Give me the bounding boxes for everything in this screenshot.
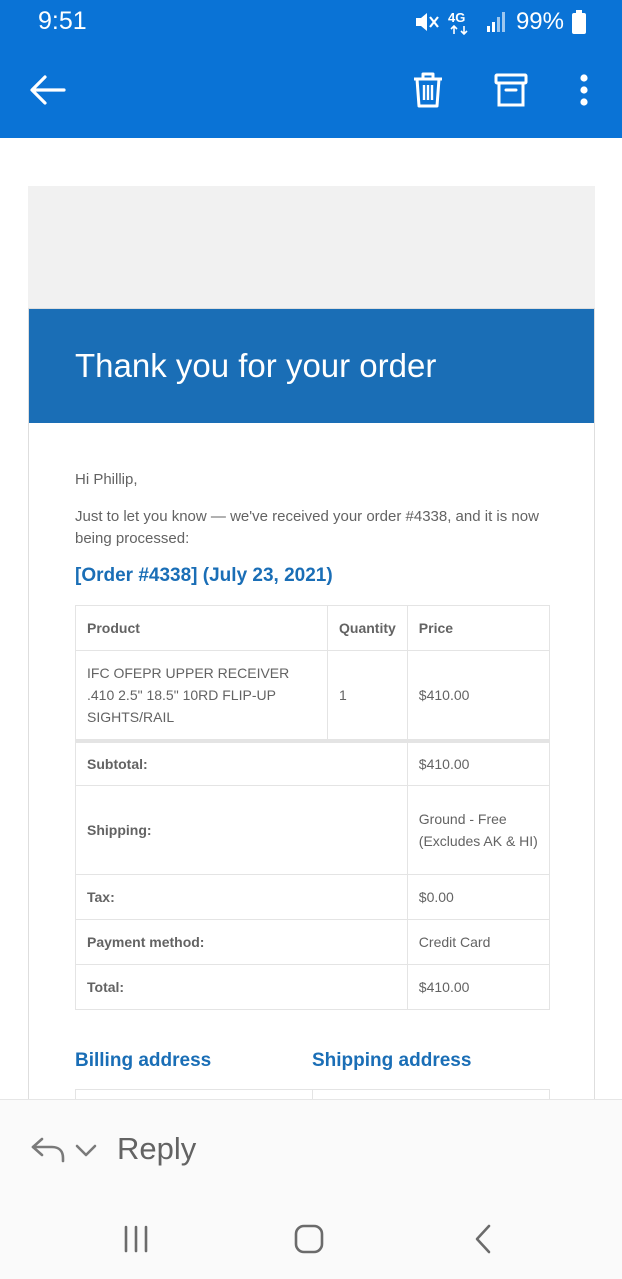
- app-header: 9:51 4G 99%: [0, 0, 622, 138]
- column-header-quantity: Quantity: [327, 605, 408, 651]
- battery-icon: [572, 10, 586, 34]
- product-quantity: 1: [327, 650, 408, 741]
- tax-value: $0.00: [406, 874, 551, 920]
- system-nav-bar: [0, 1197, 622, 1279]
- reply-label[interactable]: Reply: [117, 1131, 196, 1167]
- billing-address-title: Billing address: [75, 1050, 212, 1071]
- subtotal-value: $410.00: [406, 738, 551, 786]
- payment-method-row: Payment method: Credit Card: [75, 919, 551, 965]
- reply-button[interactable]: [30, 1136, 66, 1164]
- subtotal-row: Subtotal: $410.00: [75, 738, 551, 786]
- status-bar: 9:51 4G 99%: [0, 0, 622, 44]
- table-header-row: Product Quantity Price: [74, 605, 551, 651]
- recent-apps-button[interactable]: [114, 1217, 158, 1261]
- total-label: Total:: [75, 964, 408, 1010]
- column-header-price: Price: [406, 605, 551, 651]
- reply-bar: Reply: [0, 1099, 622, 1197]
- payment-method-label: Payment method:: [75, 919, 408, 965]
- mute-icon: [415, 13, 439, 31]
- chevron-down-icon: [75, 1144, 97, 1157]
- more-options-button[interactable]: [562, 68, 606, 112]
- column-header-product: Product: [74, 605, 329, 651]
- reply-options-button[interactable]: [74, 1140, 98, 1160]
- shipping-value: Ground - Free (Excludes AK & HI): [406, 785, 551, 875]
- order-table: Product Quantity Price IFC OFEPR UPPER R…: [74, 605, 551, 1010]
- recent-apps-icon: [124, 1225, 148, 1253]
- tax-row: Tax: $0.00: [75, 874, 551, 920]
- table-row: IFC OFEPR UPPER RECEIVER .410 2.5" 18.5"…: [74, 650, 551, 741]
- email-heading: Thank you for your order: [75, 347, 437, 384]
- home-button[interactable]: [287, 1217, 331, 1261]
- shipping-label: Shipping:: [75, 785, 408, 875]
- trash-icon: [414, 72, 442, 108]
- status-time: 9:51: [38, 7, 87, 35]
- subtotal-label: Subtotal:: [75, 738, 408, 786]
- intro-text: Just to let you know — we've received yo…: [75, 508, 539, 547]
- greeting-text: Hi Phillip,: [75, 471, 138, 488]
- chevron-left-icon: [475, 1224, 491, 1254]
- email-card: Thank you for your order Hi Phillip, Jus…: [28, 308, 595, 1108]
- more-vertical-icon: [580, 74, 588, 106]
- back-nav-button[interactable]: [461, 1217, 505, 1261]
- total-row: Total: $410.00: [75, 964, 551, 1010]
- status-icons: 4G 99%: [414, 8, 586, 36]
- product-name: IFC OFEPR UPPER RECEIVER .410 2.5" 18.5"…: [74, 650, 329, 741]
- total-value: $410.00: [406, 964, 551, 1010]
- archive-button[interactable]: [489, 68, 533, 112]
- network-4g-icon: 4G: [448, 10, 468, 35]
- back-button[interactable]: [26, 68, 70, 112]
- svg-text:4G: 4G: [448, 10, 465, 25]
- email-header: Thank you for your order: [29, 309, 594, 423]
- shipping-row: Shipping: Ground - Free (Excludes AK & H…: [75, 785, 551, 875]
- payment-method-value: Credit Card: [406, 919, 551, 965]
- battery-percent: 99%: [515, 8, 564, 35]
- signal-icon: [486, 12, 505, 32]
- archive-icon: [494, 73, 528, 107]
- product-price: $410.00: [406, 650, 551, 741]
- home-icon: [294, 1224, 324, 1254]
- tax-label: Tax:: [75, 874, 408, 920]
- arrow-left-icon: [30, 75, 66, 105]
- shipping-address-title: Shipping address: [312, 1050, 472, 1071]
- order-link[interactable]: [Order #4338] (July 23, 2021): [75, 565, 333, 587]
- reply-icon: [31, 1137, 65, 1163]
- delete-button[interactable]: [406, 68, 450, 112]
- email-preheader-area: [28, 186, 595, 310]
